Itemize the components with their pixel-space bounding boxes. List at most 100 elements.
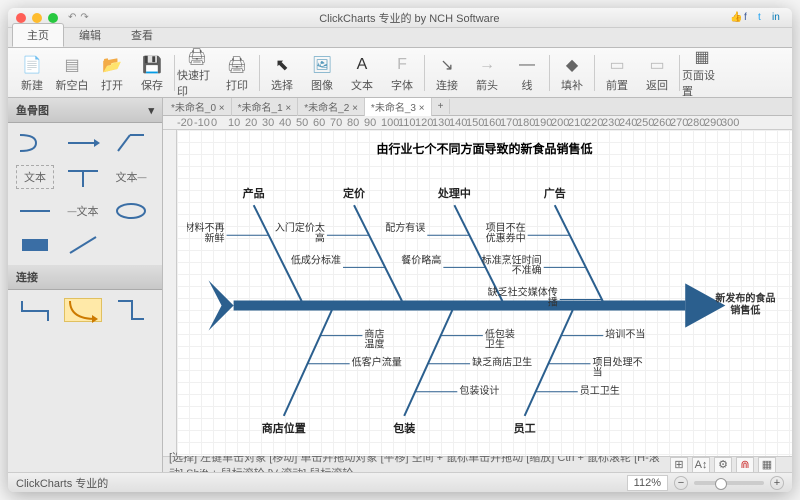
- toolbar-字体[interactable]: F字体: [382, 50, 422, 96]
- main-area: 鱼骨图 ▾ 文本 文本 — — 文本 连接: [8, 98, 792, 472]
- toolbar-新建[interactable]: 📄新建: [12, 50, 52, 96]
- app-window: ↶ ↷ ClickCharts 专业的 by NCH Software 👍 f …: [8, 8, 792, 492]
- shape-text-line2[interactable]: — 文本: [64, 199, 102, 223]
- shapes-panel: 文本 文本 — — 文本: [8, 123, 162, 265]
- svg-text:温度: 温度: [364, 338, 384, 351]
- shape-bone-up[interactable]: [112, 131, 150, 155]
- magnet-icon[interactable]: ⋒: [736, 457, 754, 473]
- snap-icon[interactable]: ⊞: [670, 457, 688, 473]
- chevron-down-icon[interactable]: ▾: [148, 104, 154, 117]
- toolbar-保存[interactable]: 💾保存: [132, 50, 172, 96]
- toolbar-文本[interactable]: A文本: [342, 50, 382, 96]
- gear-icon[interactable]: ⚙: [714, 457, 732, 473]
- footer-text: ClickCharts 专业的: [16, 475, 108, 491]
- status-bar: [选择] 左键单击对象 [移动] 单击并拖动对象 [平移] 空间 + 鼠标单击并…: [163, 456, 792, 472]
- sidebar: 鱼骨图 ▾ 文本 文本 — — 文本 连接: [8, 98, 163, 472]
- connections-panel: [8, 290, 162, 330]
- fishbone-diagram: 新发布的食品销售低产品原材料不再新鲜定价入门定价太高低成分标准处理中配方有误餐价…: [187, 165, 782, 446]
- shape-line[interactable]: [16, 199, 54, 223]
- canvas-wrap: 由行业七个不同方面导致的新食品销售低 新发布的食品销售低产品原材料不再新鲜定价入…: [163, 130, 792, 456]
- svg-text:广告: 广告: [544, 186, 566, 200]
- toolbar-选择[interactable]: ⬉选择: [262, 50, 302, 96]
- like-icon[interactable]: 👍: [730, 12, 742, 24]
- tab-view[interactable]: 查看: [116, 23, 168, 47]
- shape-text-line[interactable]: 文本 —: [112, 165, 150, 189]
- undo-icon[interactable]: ↶: [68, 12, 76, 23]
- chart-title: 由行业七个不同方面导致的新食品销售低: [177, 140, 792, 157]
- toolbar-快速打印[interactable]: 🖨快速打印: [177, 50, 217, 96]
- toolbar-填补[interactable]: ◆填补: [552, 50, 592, 96]
- minimize-icon[interactable]: [32, 13, 42, 23]
- toolbar-线[interactable]: —线: [507, 50, 547, 96]
- svg-text:低客户流量: 低客户流量: [352, 356, 402, 369]
- svg-text:销售低: 销售低: [730, 304, 760, 317]
- svg-text:员工卫生: 员工卫生: [580, 384, 620, 397]
- svg-text:产品: 产品: [243, 186, 265, 200]
- canvas[interactable]: 由行业七个不同方面导致的新食品销售低 新发布的食品销售低产品原材料不再新鲜定价入…: [177, 130, 792, 456]
- connections-panel-header[interactable]: 连接: [8, 265, 162, 290]
- svg-text:低成分标准: 低成分标准: [291, 253, 341, 266]
- svg-text:餐价略高: 餐价略高: [401, 253, 441, 266]
- toolbar-打开[interactable]: 📂打开: [92, 50, 132, 96]
- svg-text:卫生: 卫生: [485, 338, 505, 351]
- svg-text:优惠券中: 优惠券中: [486, 231, 526, 244]
- toolbar-页面设置[interactable]: ▦页面设置: [682, 50, 722, 96]
- close-icon[interactable]: [16, 13, 26, 23]
- svg-text:配方有误: 配方有误: [385, 221, 425, 234]
- toolbar-新空白[interactable]: ▤新空白: [52, 50, 92, 96]
- new-tab-button[interactable]: +: [432, 99, 451, 114]
- toolbar-连接[interactable]: ↘连接: [427, 50, 467, 96]
- connector-step[interactable]: [112, 298, 150, 322]
- text-icon[interactable]: A↕: [692, 457, 710, 473]
- toolbar-箭头[interactable]: →箭头: [467, 50, 507, 96]
- connector-curve[interactable]: [64, 298, 102, 322]
- shape-fishhead[interactable]: [16, 131, 54, 155]
- svg-text:商店位置: 商店位置: [262, 421, 306, 435]
- ruler-vertical: [163, 130, 177, 456]
- zoom-slider[interactable]: [694, 481, 764, 485]
- doc-tab[interactable]: *未命名_0 ×: [165, 98, 232, 116]
- toolbar-图像[interactable]: 🖼图像: [302, 50, 342, 96]
- connector-elbow[interactable]: [16, 298, 54, 322]
- svg-text:培训不当: 培训不当: [605, 328, 645, 341]
- shape-text-box[interactable]: 文本: [16, 165, 54, 189]
- doc-tab[interactable]: *未命名_1 ×: [232, 98, 299, 116]
- twitter-icon[interactable]: t: [758, 12, 770, 24]
- shape-arrow[interactable]: [64, 131, 102, 155]
- toolbar-返回[interactable]: ▭返回: [637, 50, 677, 96]
- maximize-icon[interactable]: [48, 13, 58, 23]
- svg-text:不准确: 不准确: [512, 263, 542, 276]
- svg-text:缺乏商店卫生: 缺乏商店卫生: [472, 356, 532, 369]
- linkedin-icon[interactable]: in: [772, 12, 784, 24]
- shapes-panel-header[interactable]: 鱼骨图 ▾: [8, 98, 162, 123]
- toolbar-前置[interactable]: ▭前置: [597, 50, 637, 96]
- svg-text:处理中: 处理中: [437, 186, 471, 200]
- shapes-title: 鱼骨图: [16, 102, 49, 118]
- svg-text:新发布的食品: 新发布的食品: [715, 291, 775, 304]
- facebook-icon[interactable]: f: [744, 12, 756, 24]
- window-controls: [16, 13, 58, 23]
- toolbar-打印[interactable]: 🖨打印: [217, 50, 257, 96]
- shape-rect[interactable]: [16, 233, 54, 257]
- doc-tab[interactable]: *未命名_2 ×: [298, 98, 365, 116]
- window-title: ClickCharts 专业的 by NCH Software: [89, 10, 730, 26]
- tab-home[interactable]: 主页: [12, 23, 64, 47]
- social-icons: 👍 f t in: [730, 12, 784, 24]
- document-tabs: *未命名_0 ×*未命名_1 ×*未命名_2 ×*未命名_3 ×+: [163, 98, 792, 116]
- shape-ellipse[interactable]: [112, 199, 150, 223]
- svg-text:新鲜: 新鲜: [205, 231, 225, 244]
- grid-icon[interactable]: ▦: [758, 457, 776, 473]
- tab-edit[interactable]: 编辑: [64, 23, 116, 47]
- doc-tab[interactable]: *未命名_3 ×: [365, 98, 432, 116]
- svg-text:包装: 包装: [392, 421, 416, 435]
- zoom-in-button[interactable]: +: [770, 476, 784, 490]
- shape-diag[interactable]: [64, 233, 102, 257]
- svg-text:当: 当: [593, 366, 603, 379]
- shape-t[interactable]: [64, 165, 102, 189]
- svg-text:高: 高: [315, 231, 325, 244]
- zoom-out-button[interactable]: −: [674, 476, 688, 490]
- zoom-controls: 112% − +: [627, 475, 784, 491]
- svg-text:定价: 定价: [342, 186, 366, 200]
- menu-tabs: 主页 编辑 查看: [8, 28, 792, 48]
- redo-icon[interactable]: ↷: [80, 12, 88, 23]
